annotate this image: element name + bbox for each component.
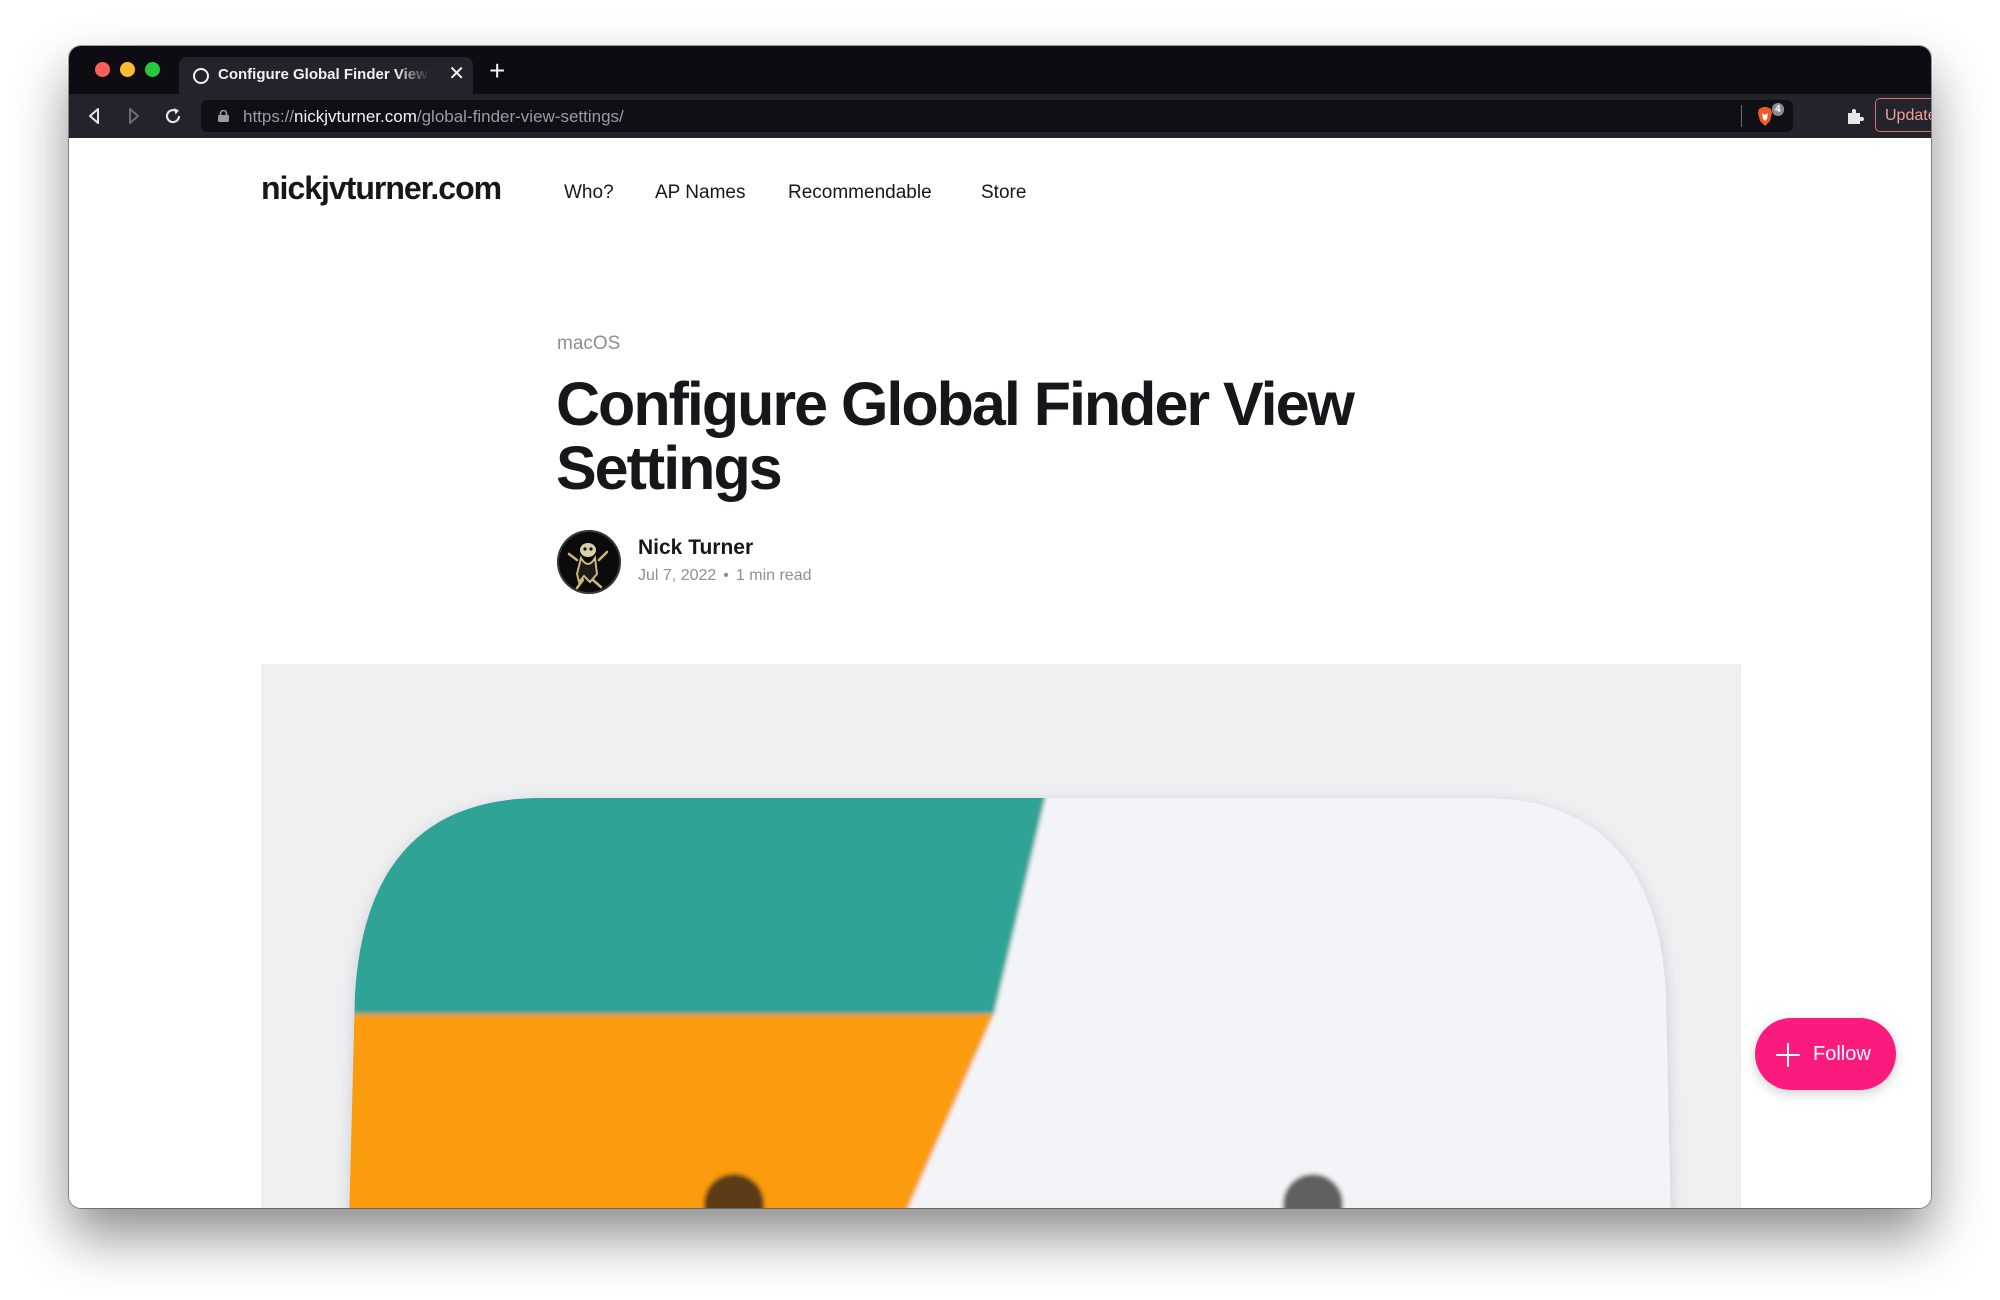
- hero-image: [261, 664, 1741, 1208]
- browser-window: Configure Global Finder View Settings ✕ …: [69, 46, 1931, 1208]
- lock-icon: [218, 110, 229, 122]
- browser-toolbar: https://nickjvturner.com/global-finder-v…: [69, 94, 1931, 138]
- reload-icon[interactable]: [163, 106, 183, 126]
- update-label: Update: [1885, 107, 1931, 124]
- nav-link-who[interactable]: Who?: [564, 182, 614, 204]
- back-icon[interactable]: [85, 106, 105, 126]
- nav-link-ap-names[interactable]: AP Names: [655, 182, 745, 204]
- update-button[interactable]: Update: [1875, 98, 1931, 132]
- extensions-icon[interactable]: [1845, 106, 1865, 126]
- finder-icon: [349, 798, 1671, 1208]
- address-bar-divider: [1741, 105, 1742, 127]
- plus-icon: [1776, 1043, 1800, 1067]
- tab-strip: Configure Global Finder View Settings ✕ …: [69, 46, 1931, 94]
- forward-icon[interactable]: [123, 106, 143, 126]
- active-tab[interactable]: Configure Global Finder View Settings ✕: [179, 57, 473, 94]
- zoom-window-button[interactable]: [145, 62, 160, 77]
- felix-cat-icon: [557, 530, 621, 594]
- read-time: 1 min read: [735, 567, 812, 584]
- url-scheme: https://: [243, 107, 295, 126]
- shields-count-badge: 4: [1772, 103, 1784, 116]
- url-host: nickjvturner.com: [294, 107, 417, 126]
- tab-close-icon[interactable]: ✕: [448, 62, 465, 86]
- author-avatar[interactable]: [557, 530, 621, 594]
- post-date: Jul 7, 2022: [638, 567, 717, 584]
- address-bar[interactable]: https://nickjvturner.com/global-finder-v…: [201, 100, 1793, 132]
- post-meta: Jul 7, 2022 • 1 min read: [638, 567, 811, 585]
- meta-separator: •: [723, 567, 729, 584]
- new-tab-button[interactable]: +: [489, 56, 505, 86]
- url-text: https://nickjvturner.com/global-finder-v…: [243, 107, 624, 127]
- url-path: /global-finder-view-settings/: [416, 107, 624, 126]
- nav-link-store[interactable]: Store: [981, 182, 1026, 204]
- post-title: Configure Global Finder View Settings: [556, 370, 1355, 502]
- tab-title: Configure Global Finder View Settings: [218, 66, 430, 83]
- post-category[interactable]: macOS: [557, 333, 620, 355]
- follow-label: Follow: [1813, 1043, 1871, 1065]
- follow-button[interactable]: Follow: [1755, 1018, 1896, 1090]
- author-name[interactable]: Nick Turner: [638, 536, 753, 560]
- nav-link-recommendable[interactable]: Recommendable: [788, 182, 932, 204]
- web-page: nickjvturner.com Who? AP Names Recommend…: [69, 138, 1931, 1208]
- site-logo[interactable]: nickjvturner.com: [261, 170, 502, 207]
- close-window-button[interactable]: [95, 62, 110, 77]
- globe-icon: [193, 68, 209, 84]
- minimize-window-button[interactable]: [120, 62, 135, 77]
